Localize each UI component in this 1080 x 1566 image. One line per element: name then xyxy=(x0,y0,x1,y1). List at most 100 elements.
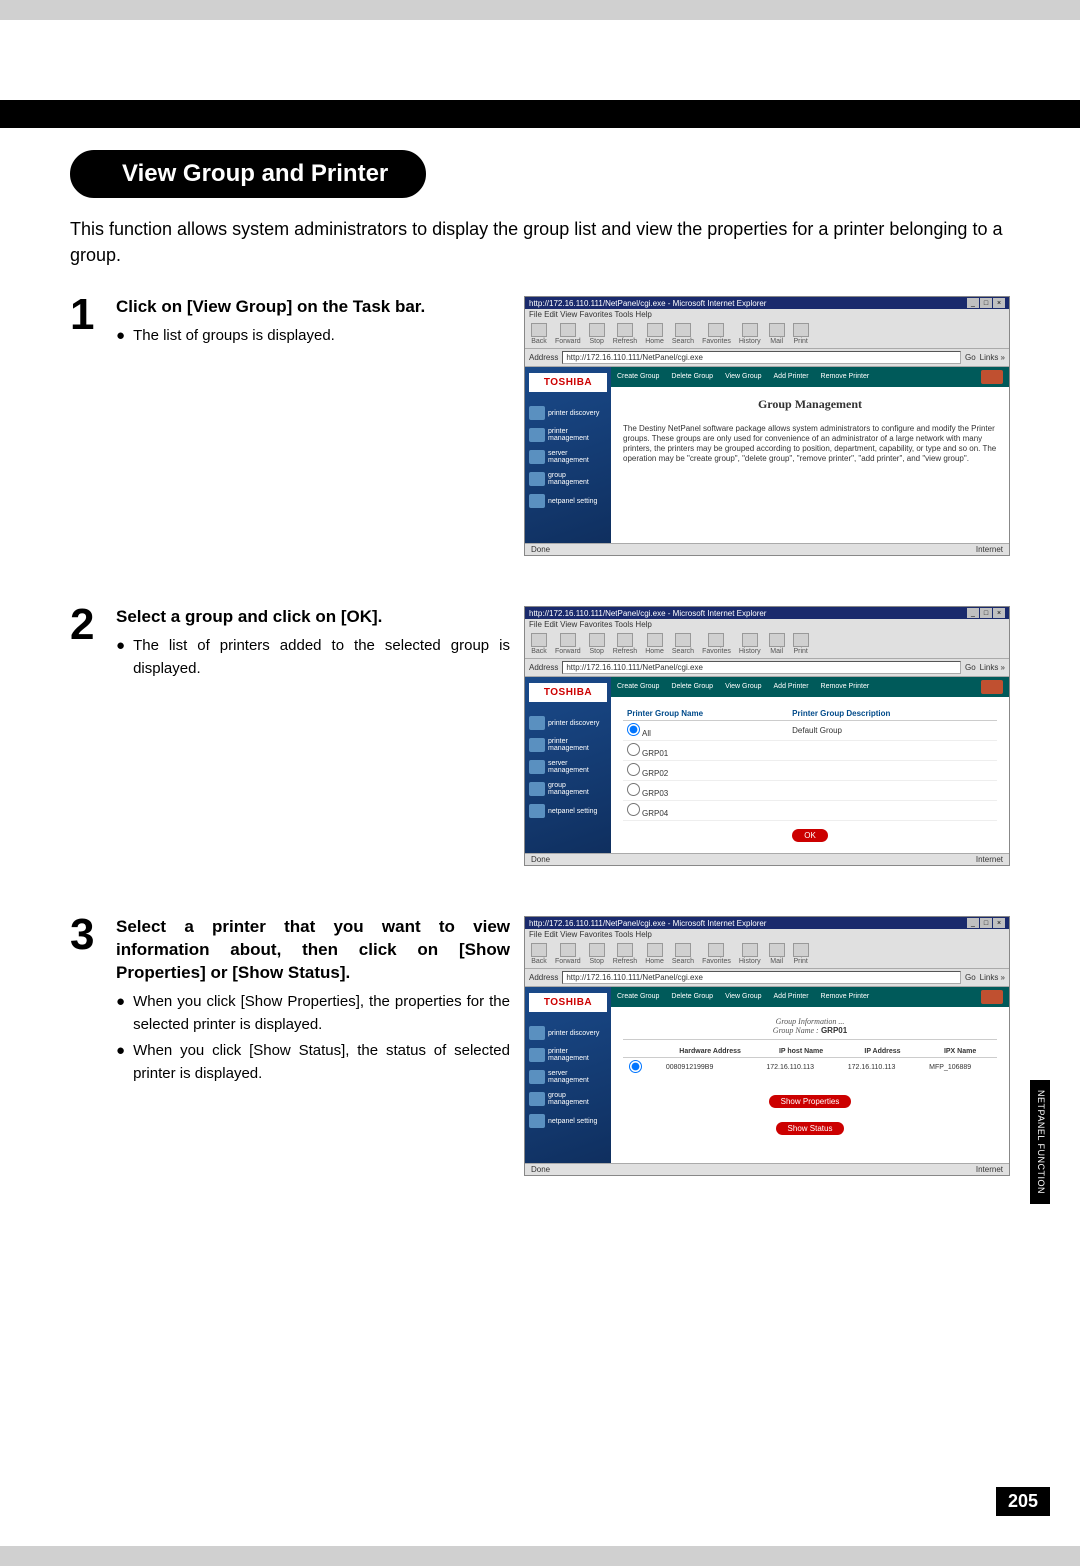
tab-view-group[interactable]: View Group xyxy=(725,993,761,1001)
favorites-button[interactable]: Favorites xyxy=(702,323,731,345)
forward-button[interactable]: Forward xyxy=(555,323,581,345)
tab-create-group[interactable]: Create Group xyxy=(617,373,659,381)
sidebar-item-netpanel-setting[interactable]: netpanel setting xyxy=(529,802,607,820)
tab-add-printer[interactable]: Add Printer xyxy=(774,683,809,691)
help-icon[interactable] xyxy=(981,990,1003,1004)
close-icon[interactable]: × xyxy=(993,608,1005,618)
table-row: GRP02 xyxy=(623,761,997,781)
sidebar-item-group-mgmt[interactable]: group management xyxy=(529,780,607,798)
stop-button[interactable]: Stop xyxy=(589,943,605,965)
group-radio[interactable] xyxy=(627,783,640,796)
sidebar-item-group-mgmt[interactable]: group management xyxy=(529,470,607,488)
stop-button[interactable]: Stop xyxy=(589,323,605,345)
sidebar-item-discovery[interactable]: printer discovery xyxy=(529,714,607,732)
help-icon[interactable] xyxy=(981,370,1003,384)
home-button[interactable]: Home xyxy=(645,943,664,965)
minimize-icon[interactable]: _ xyxy=(967,298,979,308)
tab-add-printer[interactable]: Add Printer xyxy=(774,373,809,381)
tab-view-group[interactable]: View Group xyxy=(725,683,761,691)
sidebar-item-printer-mgmt[interactable]: printer management xyxy=(529,426,607,444)
sidebar-item-printer-mgmt[interactable]: printer management xyxy=(529,1046,607,1064)
group-radio[interactable] xyxy=(627,803,640,816)
print-button[interactable]: Print xyxy=(793,943,809,965)
refresh-button[interactable]: Refresh xyxy=(613,943,638,965)
sidebar-item-server-mgmt[interactable]: server management xyxy=(529,758,607,776)
minimize-icon[interactable]: _ xyxy=(967,918,979,928)
tab-remove-printer[interactable]: Remove Printer xyxy=(821,373,870,381)
maximize-icon[interactable]: □ xyxy=(980,918,992,928)
bullet-icon: ● xyxy=(116,635,125,680)
menubar[interactable]: File Edit View Favorites Tools Help xyxy=(525,309,1009,320)
links-button[interactable]: Links » xyxy=(980,973,1005,982)
forward-button[interactable]: Forward xyxy=(555,633,581,655)
close-icon[interactable]: × xyxy=(993,918,1005,928)
refresh-button[interactable]: Refresh xyxy=(613,323,638,345)
print-button[interactable]: Print xyxy=(793,633,809,655)
group-info-label: Group Information ... xyxy=(776,1017,845,1026)
back-button[interactable]: Back xyxy=(531,633,547,655)
tab-remove-printer[interactable]: Remove Printer xyxy=(821,993,870,1001)
sidebar-item-group-mgmt[interactable]: group management xyxy=(529,1090,607,1108)
maximize-icon[interactable]: □ xyxy=(980,608,992,618)
group-radio[interactable] xyxy=(627,743,640,756)
back-button[interactable]: Back xyxy=(531,323,547,345)
mail-button[interactable]: Mail xyxy=(769,943,785,965)
tab-add-printer[interactable]: Add Printer xyxy=(774,993,809,1001)
sidebar-item-discovery[interactable]: printer discovery xyxy=(529,1024,607,1042)
home-button[interactable]: Home xyxy=(645,323,664,345)
home-button[interactable]: Home xyxy=(645,633,664,655)
tab-delete-group[interactable]: Delete Group xyxy=(671,993,713,1001)
close-icon[interactable]: × xyxy=(993,298,1005,308)
sidebar-item-server-mgmt[interactable]: server management xyxy=(529,1068,607,1086)
back-button[interactable]: Back xyxy=(531,943,547,965)
history-button[interactable]: History xyxy=(739,633,761,655)
stop-button[interactable]: Stop xyxy=(589,633,605,655)
favorites-button[interactable]: Favorites xyxy=(702,633,731,655)
sidebar-item-discovery[interactable]: printer discovery xyxy=(529,404,607,422)
forward-button[interactable]: Forward xyxy=(555,943,581,965)
favorites-button[interactable]: Favorites xyxy=(702,943,731,965)
col-group-desc: Printer Group Description xyxy=(788,707,997,721)
step-3-bullet-1: When you click [Show Properties], the pr… xyxy=(133,991,510,1036)
tab-create-group[interactable]: Create Group xyxy=(617,683,659,691)
address-input[interactable]: http://172.16.110.111/NetPanel/cgi.exe xyxy=(562,971,961,984)
minimize-icon[interactable]: _ xyxy=(967,608,979,618)
tab-delete-group[interactable]: Delete Group xyxy=(671,683,713,691)
go-button[interactable]: Go xyxy=(965,663,976,672)
print-button[interactable]: Print xyxy=(793,323,809,345)
sidebar-item-printer-mgmt[interactable]: printer management xyxy=(529,736,607,754)
show-status-button[interactable]: Show Status xyxy=(776,1122,845,1135)
show-properties-button[interactable]: Show Properties xyxy=(769,1095,852,1108)
links-button[interactable]: Links » xyxy=(980,663,1005,672)
search-button[interactable]: Search xyxy=(672,943,694,965)
sidebar-item-netpanel-setting[interactable]: netpanel setting xyxy=(529,492,607,510)
history-button[interactable]: History xyxy=(739,943,761,965)
refresh-button[interactable]: Refresh xyxy=(613,633,638,655)
history-button[interactable]: History xyxy=(739,323,761,345)
group-radio[interactable] xyxy=(627,763,640,776)
tab-view-group[interactable]: View Group xyxy=(725,373,761,381)
search-button[interactable]: Search xyxy=(672,323,694,345)
sidebar-item-server-mgmt[interactable]: server management xyxy=(529,448,607,466)
menubar[interactable]: File Edit View Favorites Tools Help xyxy=(525,929,1009,940)
search-button[interactable]: Search xyxy=(672,633,694,655)
menubar[interactable]: File Edit View Favorites Tools Help xyxy=(525,619,1009,630)
maximize-icon[interactable]: □ xyxy=(980,298,992,308)
address-input[interactable]: http://172.16.110.111/NetPanel/cgi.exe xyxy=(562,661,961,674)
tab-delete-group[interactable]: Delete Group xyxy=(671,373,713,381)
window-title: http://172.16.110.111/NetPanel/cgi.exe -… xyxy=(529,919,766,928)
mail-button[interactable]: Mail xyxy=(769,323,785,345)
links-button[interactable]: Links » xyxy=(980,353,1005,362)
sidebar-item-netpanel-setting[interactable]: netpanel setting xyxy=(529,1112,607,1130)
group-name-value: GRP01 xyxy=(821,1026,847,1035)
address-input[interactable]: http://172.16.110.111/NetPanel/cgi.exe xyxy=(562,351,961,364)
ok-button[interactable]: OK xyxy=(792,829,828,842)
tab-create-group[interactable]: Create Group xyxy=(617,993,659,1001)
help-icon[interactable] xyxy=(981,680,1003,694)
go-button[interactable]: Go xyxy=(965,353,976,362)
tab-remove-printer[interactable]: Remove Printer xyxy=(821,683,870,691)
group-radio[interactable] xyxy=(627,723,640,736)
mail-button[interactable]: Mail xyxy=(769,633,785,655)
go-button[interactable]: Go xyxy=(965,973,976,982)
printer-radio[interactable] xyxy=(629,1060,642,1073)
